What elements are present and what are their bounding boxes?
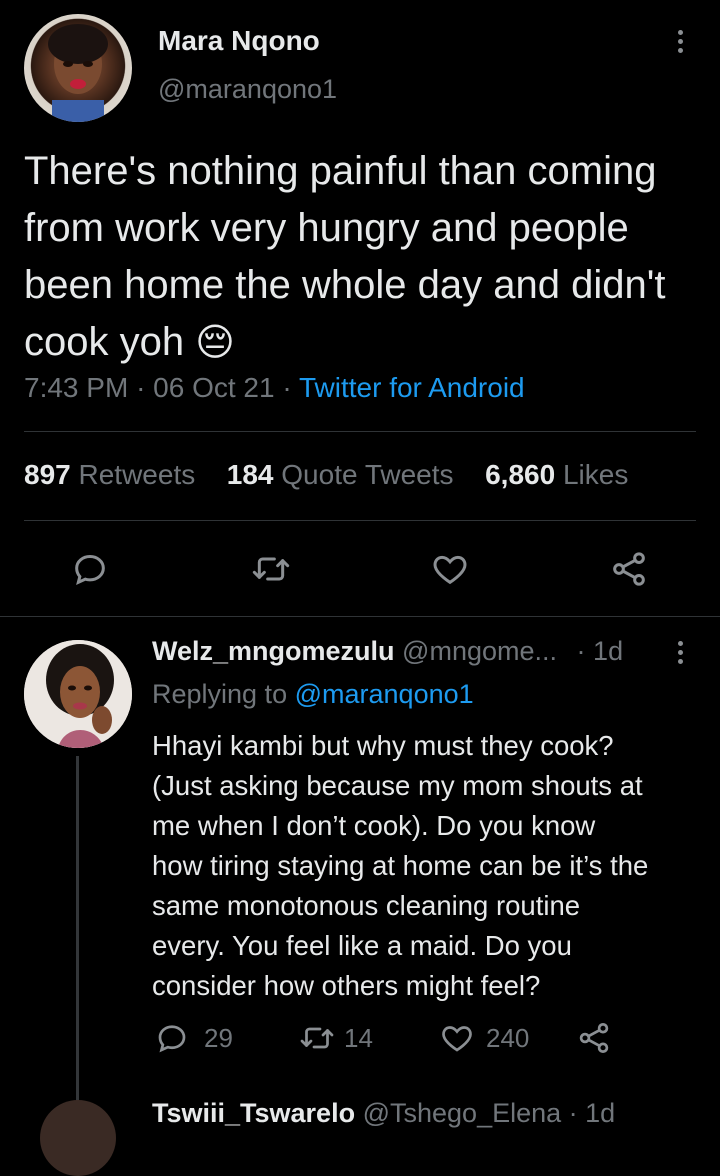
retweet-count: 14 [344, 1022, 373, 1053]
section-divider [0, 616, 720, 617]
share-icon[interactable] [576, 1020, 612, 1056]
reply-text-line: how tiring staying at home can be it’s t… [152, 850, 649, 881]
reply-author-handle[interactable]: @mngome... [402, 636, 557, 666]
reply-text: Hhayi kambi but why must they cook? (Jus… [152, 726, 712, 1006]
tweet-meta: 7:43 PM · 06 Oct 21 · Twitter for Androi… [24, 372, 525, 403]
reply-retweet-button[interactable]: 14 [298, 1020, 373, 1056]
reply-text-line: same monotonous cleaning routine [152, 890, 581, 921]
quote-tweets-stat[interactable]: 184 Quote Tweets [227, 459, 462, 490]
reply-count: 29 [204, 1022, 233, 1053]
avatar-photo [48, 24, 108, 122]
author-avatar[interactable] [24, 14, 132, 122]
reply-text-line: every. You feel like a maid. Do you [152, 930, 572, 961]
reply-icon[interactable] [70, 549, 110, 589]
replying-to: Replying to @maranqono1 [152, 679, 474, 709]
tweet-text-body: There's nothing painful than coming from… [24, 149, 666, 364]
tweet-client-link[interactable]: Twitter for Android [299, 372, 525, 403]
reply-author-name[interactable]: Welz_mngomezulu [152, 636, 395, 666]
reply-icon [158, 1025, 186, 1053]
like-icon [442, 1026, 472, 1052]
tweet-date: 06 Oct 21 [153, 372, 275, 403]
reply-author-avatar[interactable] [24, 640, 132, 748]
more-options-icon[interactable] [678, 30, 684, 57]
share-icon[interactable] [609, 549, 649, 589]
avatar-photo [24, 640, 132, 748]
reply-header: Welz_mngomezulu @mngome... · 1d [152, 636, 624, 666]
thread-line [76, 756, 79, 1114]
reply-text-line: me when I don’t cook). Do you know [152, 810, 596, 841]
retweet-icon[interactable] [250, 549, 292, 589]
reply-text-line: (Just asking because my mom shouts at [152, 770, 643, 801]
reply-age: 1d [593, 636, 624, 666]
next-reply-author-name[interactable]: Tswiii_Tswarelo [152, 1098, 355, 1128]
reply-text-line: Hhayi kambi but why must they cook? [152, 730, 614, 761]
reply-more-options-icon[interactable] [678, 641, 684, 668]
next-reply-avatar[interactable] [40, 1100, 116, 1176]
author-name[interactable]: Mara Nqono [158, 25, 320, 57]
next-reply-age: 1d [585, 1098, 616, 1128]
reply-like-button[interactable]: 240 [438, 1020, 529, 1056]
reply-text-line: consider how others might feel? [152, 970, 541, 1001]
likes-stat[interactable]: 6,860 Likes [485, 459, 628, 490]
replying-to-link[interactable]: @maranqono1 [295, 679, 474, 709]
tweet-time: 7:43 PM [24, 372, 129, 403]
divider [24, 520, 696, 521]
like-icon[interactable] [430, 549, 470, 589]
divider [24, 431, 696, 432]
retweets-stat[interactable]: 897 Retweets [24, 459, 203, 490]
pensive-emoji: 😔 [195, 322, 235, 364]
tweet-text: There's nothing painful than coming from… [24, 143, 696, 372]
like-count: 240 [486, 1022, 530, 1053]
tweet-stats: 897 Retweets 184 Quote Tweets 6,860 Like… [24, 459, 628, 491]
next-reply-author-handle[interactable]: @Tshego_Elena [363, 1098, 562, 1128]
retweet-icon [300, 1027, 334, 1049]
reply-reply-button[interactable]: 29 [154, 1020, 233, 1056]
author-handle[interactable]: @maranqono1 [158, 74, 337, 105]
